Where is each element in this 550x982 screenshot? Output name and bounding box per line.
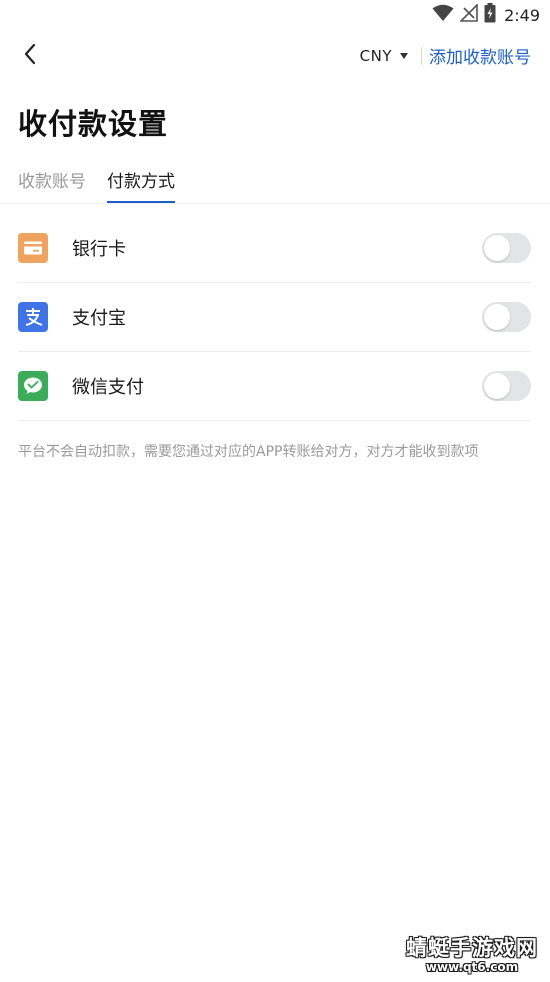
wifi-icon <box>432 4 454 26</box>
watermark: 蜻蜓手游戏网 www.qt6.com <box>406 932 538 974</box>
payment-method-bank-card: 银行卡 <box>18 214 531 283</box>
watermark-title: 蜻蜓手游戏网 <box>406 936 538 960</box>
toggle-knob <box>484 304 510 330</box>
tab-receive-accounts[interactable]: 收款账号 <box>18 170 86 204</box>
back-chevron-icon <box>23 43 37 69</box>
bank-card-icon <box>18 233 48 263</box>
payment-method-wechat-pay: 微信支付 <box>18 352 531 421</box>
top-bar: CNY 添加收款账号 <box>0 34 550 78</box>
status-bar: 2:49 <box>0 0 550 30</box>
toggle-knob <box>484 235 510 261</box>
back-button[interactable] <box>14 40 46 72</box>
tab-payment-methods[interactable]: 付款方式 <box>107 170 175 204</box>
add-account-link[interactable]: 添加收款账号 <box>429 43 531 68</box>
watermark-url: www.qt6.com <box>425 960 519 974</box>
wechat-pay-toggle[interactable] <box>482 371 531 401</box>
payment-method-label: 微信支付 <box>72 377 144 398</box>
caret-down-icon <box>400 53 408 59</box>
status-icons: 2:49 <box>432 3 540 27</box>
currency-selector[interactable]: CNY <box>360 44 408 68</box>
alipay-toggle[interactable] <box>482 302 531 332</box>
status-time: 2:49 <box>504 5 540 25</box>
bank-card-toggle[interactable] <box>482 233 531 263</box>
payment-method-label: 支付宝 <box>72 308 126 329</box>
wechat-pay-icon <box>18 371 48 401</box>
header-divider <box>421 47 422 65</box>
payment-method-label: 银行卡 <box>72 239 126 260</box>
alipay-icon <box>18 302 48 332</box>
battery-charging-icon <box>484 3 496 27</box>
tab-bar: 收款账号 付款方式 <box>18 170 175 204</box>
toggle-knob <box>484 373 510 399</box>
payment-notice: 平台不会自动扣款，需要您通过对应的APP转账给对方，对方才能收到款项 <box>18 444 479 460</box>
currency-label: CNY <box>359 47 392 65</box>
tab-divider <box>0 203 550 204</box>
no-signal-icon <box>459 3 478 26</box>
payment-method-list: 银行卡 支付宝 微信支付 <box>18 214 531 421</box>
page-title: 收付款设置 <box>18 107 169 141</box>
payment-method-alipay: 支付宝 <box>18 283 531 352</box>
